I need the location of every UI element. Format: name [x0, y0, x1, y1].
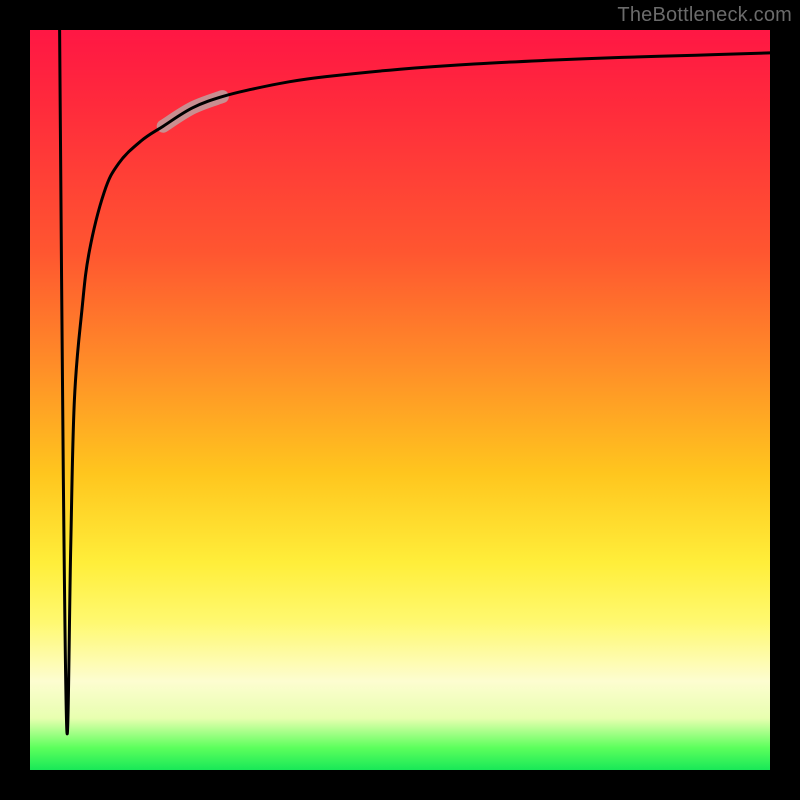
- plot-area: [30, 30, 770, 770]
- main-curve: [60, 30, 770, 734]
- curve-layer: [30, 30, 770, 770]
- watermark-text: TheBottleneck.com: [617, 4, 792, 27]
- chart-frame: TheBottleneck.com: [0, 0, 800, 800]
